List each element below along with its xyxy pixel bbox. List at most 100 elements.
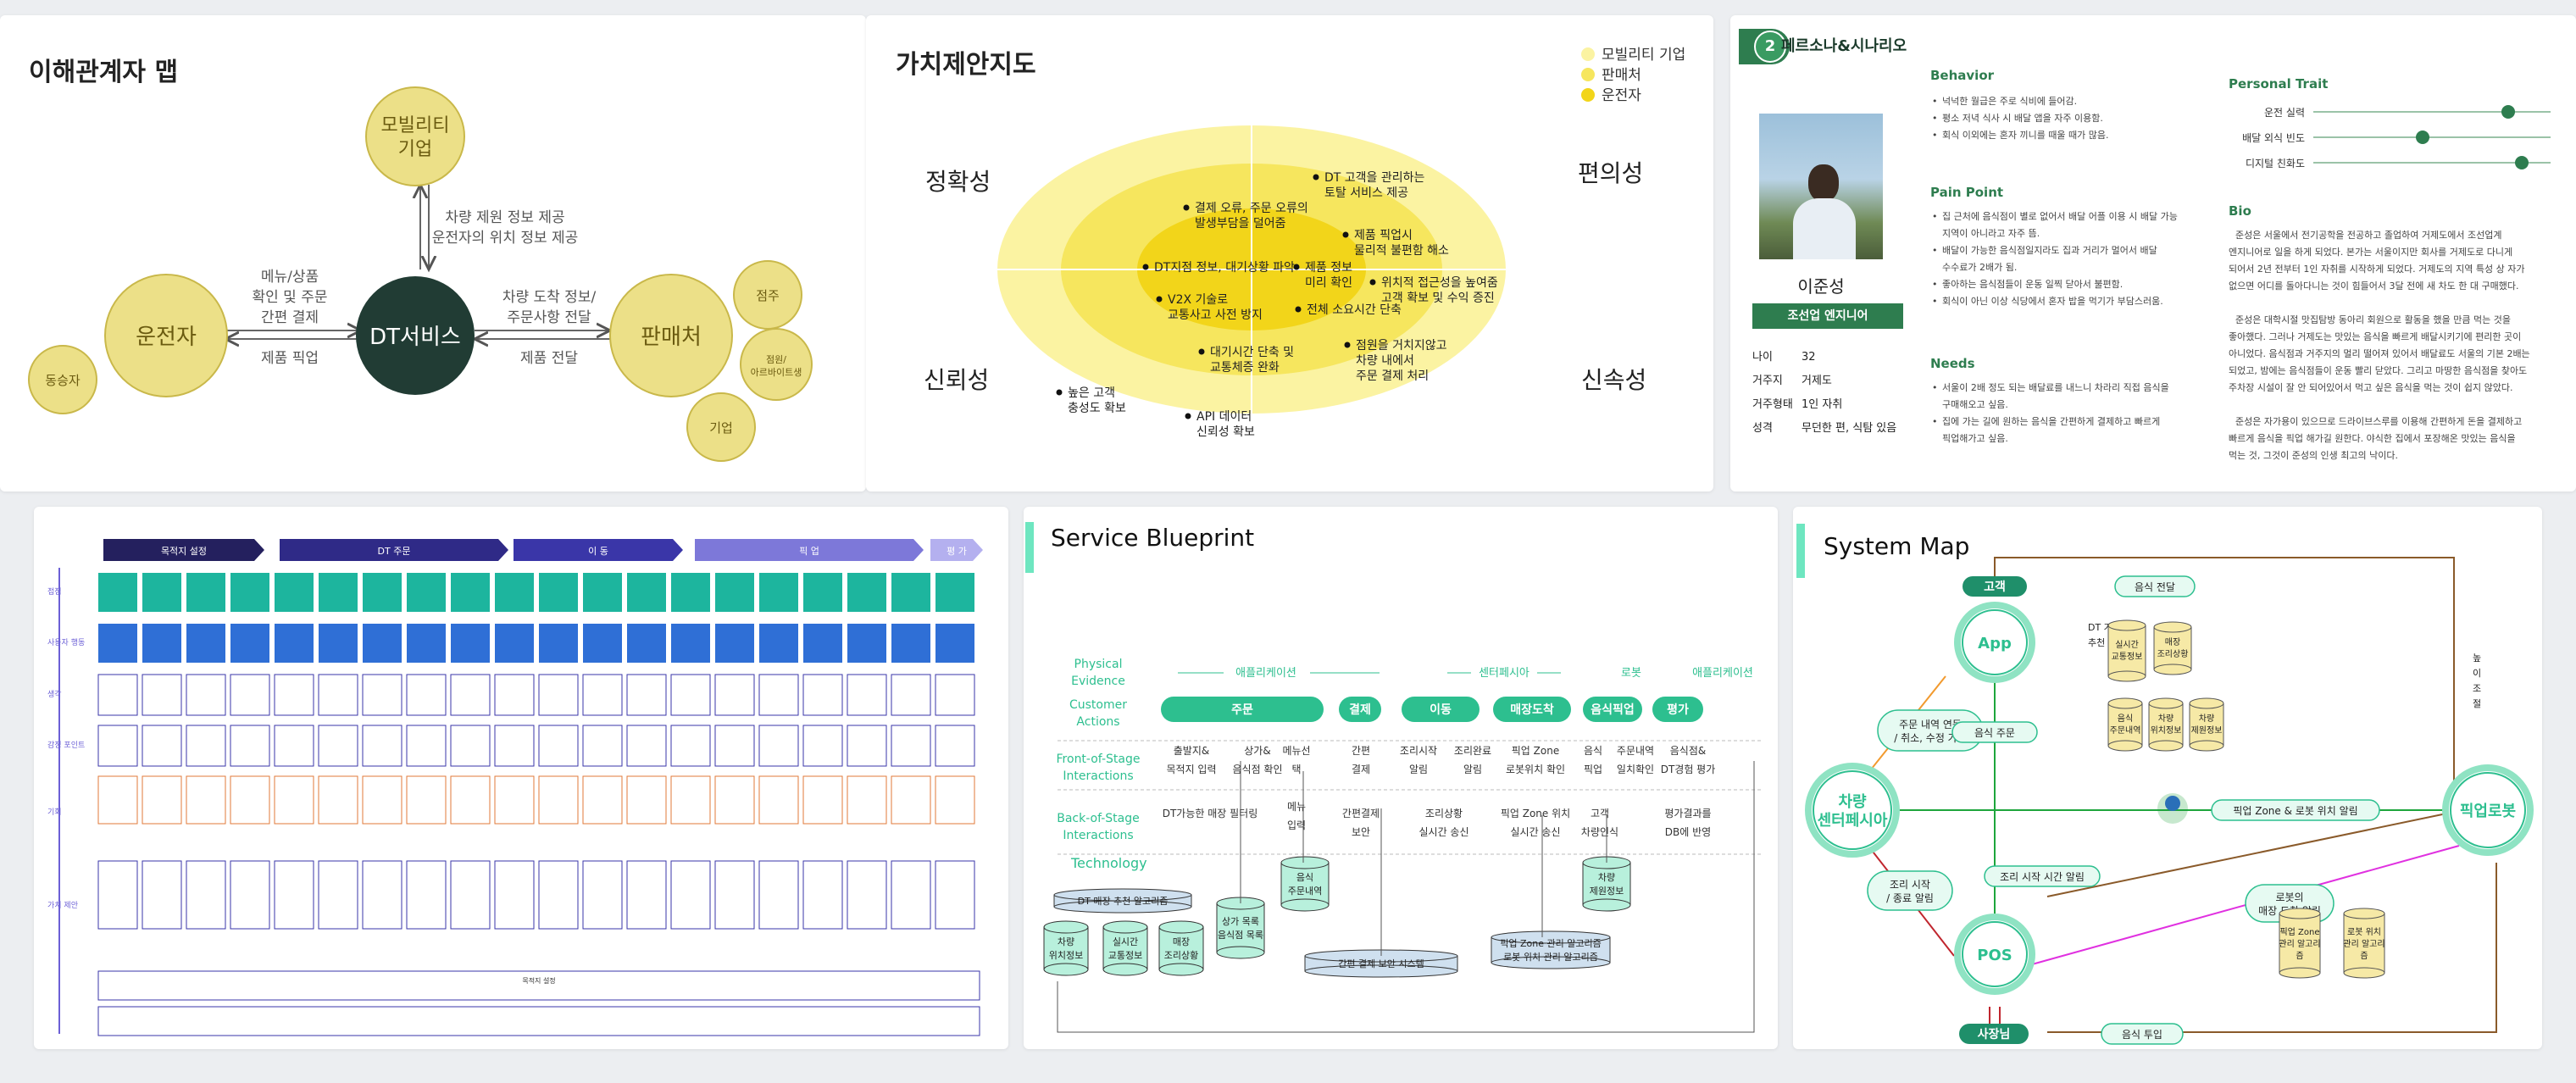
trait-row: 배달 외식 빈도 (2229, 125, 2551, 151)
value-item-dot (1185, 413, 1191, 419)
journey-emotion-cell (318, 725, 358, 767)
journey-action-cell (142, 624, 181, 663)
journey-opportunity-cell (406, 775, 447, 825)
link-left-4: 제품 픽업 (261, 350, 319, 367)
journey-value-cell (318, 860, 358, 930)
journey-value-cell (494, 860, 535, 930)
journey-touchpoint-cell (451, 573, 490, 612)
journey-value-cell (714, 860, 755, 930)
value-item-text: 차량 내에서 (1356, 354, 1414, 368)
legend-driver: 운전자 (1602, 87, 1641, 104)
list-item-text: 집에 가는 길에 원하는 음식을 간편하게 결제하고 빠르게 (1942, 416, 2161, 427)
journey-row-label: 기회 (47, 808, 62, 817)
list-item-text: 넉넉한 월급은 주로 식비에 들어감. (1942, 96, 2078, 107)
db-traffic-label: 교통정보 (1108, 950, 1142, 961)
journey-touchpoint-cell (847, 573, 886, 612)
journey-action-cell (935, 624, 974, 663)
journey-row-label: 감정 포인트 (47, 740, 85, 750)
bio-line: 준성은 대학시절 맛집탐방 동아리 회원으로 활동을 했을 만큼 먹는 것을 (2235, 314, 2511, 325)
journey-emotion-cell (230, 725, 270, 767)
db-car-location-label: 위치정보 (1049, 950, 1083, 961)
front-stage-text: DT경험 평가 (1661, 764, 1716, 775)
journey-opportunity-cell (670, 775, 711, 825)
legend-swatch-mobility (1581, 47, 1595, 61)
db-robot-location-label: 즘 (2360, 951, 2368, 961)
value-item-dot (1344, 342, 1351, 348)
trait-label: 운전 실력 (2264, 107, 2305, 119)
journey-action-cell (363, 624, 402, 663)
blueprint-lane-label: Front-of-Stage (1057, 753, 1141, 766)
journey-action-cell (275, 624, 314, 663)
db-store-list-bottom (1216, 946, 1265, 959)
db-traffic-bottom (1102, 963, 1148, 976)
trait-track (2313, 111, 2551, 113)
trait-knob (2415, 131, 2429, 144)
journey-action-cell (671, 624, 710, 663)
journey-touchpoint-cell (407, 573, 446, 612)
value-item-dot (1369, 279, 1376, 286)
value-item-text: 토탈 서비스 제공 (1324, 186, 1408, 200)
list-item: • 회식이 아닌 이상 식당에서 혼자 밥을 먹기가 부담스러움. (1930, 293, 2218, 310)
customer-action-label: 이동 (1430, 703, 1452, 717)
journey-thought-cell (626, 674, 667, 716)
bio-line (2229, 295, 2551, 312)
needs-title: Needs (1930, 356, 1975, 371)
front-stage-text: 메뉴선 (1282, 745, 1310, 757)
db-car-location-top (2148, 697, 2184, 709)
value-item-dot (1183, 204, 1190, 211)
blueprint-evidence: 애플리케이션 (1692, 667, 1753, 680)
journey-thought-cell (186, 674, 226, 716)
journey-value-cell (142, 860, 182, 930)
needs-list: • 서울이 2배 정도 되는 배달료를 내느니 차라리 직접 음식을 구매해오고 싶… (1930, 380, 2218, 447)
node-car-center-label: 차량 (1838, 793, 1867, 811)
bullet: • (1932, 296, 1938, 307)
system-map-diagram: 고객App차량센터페시아픽업로봇POS사장님음식 전달주문 내역 연동/ 취소,… (1805, 557, 2534, 1045)
stakeholder-map-panel: 이해관계자 맵 운전자 DT서비스 모빌리티 기업 판매처 동승자 점주 점원/… (0, 15, 866, 492)
customer-action-label: 매장도착 (1510, 703, 1554, 717)
front-stage-text: 픽업 (1584, 764, 1602, 775)
journey-emotion-cell (97, 725, 138, 767)
node-customer-label: 고객 (1984, 580, 2006, 594)
db-traffic-bottom (2107, 670, 2146, 682)
value-item-dot (1156, 296, 1163, 303)
list-item-text: 평소 저녁 식사 시 배달 앱을 자주 이용함. (1942, 113, 2103, 124)
journey-value-cell (582, 860, 623, 930)
journey-emotion-cell (274, 725, 314, 767)
behavior-list: • 넉넉한 월급은 주로 식비에 들어감. • 평소 저녁 식사 시 배달 앱을 자주… (1930, 93, 2210, 144)
front-stage-text: 음식점 확인 (1232, 764, 1282, 775)
persona-info-key: 나이 (1752, 351, 1773, 364)
bullet: • (1932, 382, 1938, 393)
bio-line: 되어서 2년 전부터 1인 자취를 시작하게 되었다. 거제도의 지역 특성 상… (2229, 264, 2525, 275)
db-store-list (1216, 902, 1265, 953)
db-pickup-zone-label: 픽업 Zone 관리 알고리즘 (1500, 937, 1601, 949)
blueprint-lane-label: Evidence (1071, 675, 1125, 688)
front-stage-text: 일치확인 (1617, 764, 1654, 775)
list-item-text: 지역이 아니라고 자주 뜸. (1942, 228, 2040, 239)
label-order-link-label: 주문 내역 연동 (1899, 719, 1962, 730)
value-item-text: DT 고객을 관리하는 (1324, 171, 1425, 185)
blueprint-lane-label: Interactions (1063, 769, 1133, 783)
blueprint-evidence: 센터페시아 (1479, 667, 1530, 680)
persona-info-table: 나이 32 거주지 거제도 거주형태 1인 자취 성격 무던한 편, 식탐 있음 (1752, 346, 1922, 441)
mobility-circle (365, 86, 465, 186)
journey-value-cell (450, 860, 491, 930)
journey-opportunity-cell (891, 775, 931, 825)
journey-touchpoint-cell (539, 573, 578, 612)
journey-row-label: 접점 (47, 586, 62, 597)
label-pickup-zone-label: 픽업 Zone & 로봇 위치 알림 (2233, 805, 2357, 817)
persona-panel: 2 페르소나&시나리오 이준성 조선업 엔지니어 나이 32 거주지 거제도 거주형태 1… (1730, 15, 2576, 492)
db-car-spec-bottom (2189, 740, 2224, 752)
legend-mobility: 모빌리티 기업 (1602, 47, 1685, 64)
bio-text: 준성은 서울에서 전기공학을 전공하고 졸업하여 거제도에서 조선업계 엔지니어로… (2229, 227, 2551, 464)
journey-opportunity-cell (142, 775, 182, 825)
photo-person-head (1808, 164, 1839, 202)
blueprint-lane-label: Back-of-Stage (1057, 812, 1140, 825)
list-item: • 평소 저녁 식사 시 배달 앱을 자주 이용함. (1930, 110, 2210, 127)
list-item: • 서울이 2배 정도 되는 배달료를 내느니 차라리 직접 음식을 (1930, 380, 2218, 397)
journey-phase-label: DT 주문 (378, 546, 411, 557)
value-item-text: 제품 픽업시 (1354, 229, 1413, 242)
journey-footer-box-2 (97, 1006, 980, 1036)
bullet: • (1932, 113, 1938, 124)
link-top-1: 차량 제원 정보 제공 (445, 209, 564, 226)
front-stage-text: 음식 (1584, 745, 1602, 757)
